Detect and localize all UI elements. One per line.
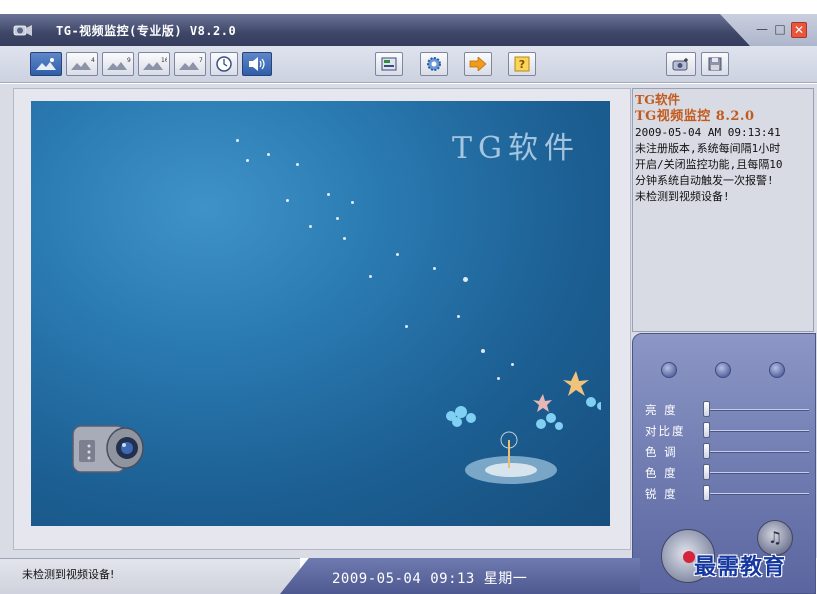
hue-slider-row: 色 调 bbox=[645, 443, 813, 461]
sixteen-view-icon: 16 bbox=[143, 57, 167, 70]
nine-view-button[interactable]: 9 bbox=[102, 52, 134, 76]
window-title: TG-视频监控(专业版) V8.2.0 bbox=[56, 24, 237, 38]
save-button[interactable] bbox=[701, 52, 729, 76]
hue-slider[interactable] bbox=[703, 443, 710, 459]
quad-view-icon: 4 bbox=[71, 57, 95, 70]
nine-badge: 9 bbox=[127, 57, 131, 64]
info-message: 分钟系统自动触发一次报警! bbox=[635, 174, 774, 187]
device-list-icon bbox=[381, 57, 397, 71]
device-list-button[interactable] bbox=[375, 52, 403, 76]
hue-label: 色 调 bbox=[645, 445, 678, 459]
info-timestamp: 2009-05-04 AM 09:13:41 bbox=[635, 126, 781, 139]
brightness-label: 亮 度 bbox=[645, 403, 678, 417]
single-view-button[interactable] bbox=[30, 52, 62, 76]
video-brand-text: TG软件 bbox=[452, 131, 580, 166]
schedule-clock-icon bbox=[216, 56, 232, 72]
snapshot-camera-icon bbox=[672, 58, 688, 71]
help-badge: ? bbox=[519, 58, 525, 71]
minimize-button[interactable]: — bbox=[754, 22, 770, 38]
sparkle bbox=[343, 237, 346, 240]
seven-view-icon: 7 bbox=[179, 57, 203, 70]
contrast-track[interactable] bbox=[703, 430, 809, 432]
snapshot-button[interactable] bbox=[666, 52, 696, 76]
sparkle bbox=[327, 193, 330, 196]
sparkle bbox=[236, 139, 239, 142]
seven-view-button[interactable]: 7 bbox=[174, 52, 206, 76]
quad-view-button[interactable]: 4 bbox=[66, 52, 98, 76]
contrast-label: 对比度 bbox=[645, 424, 686, 438]
close-button[interactable]: ✕ bbox=[791, 22, 807, 38]
music-note-icon: ♫ bbox=[767, 528, 783, 547]
brightness-slider[interactable] bbox=[703, 401, 710, 417]
flower-decoration-graphic bbox=[431, 366, 605, 504]
saturation-slider[interactable] bbox=[703, 464, 710, 480]
indicator-knob[interactable] bbox=[769, 362, 785, 378]
sharpness-slider[interactable] bbox=[703, 485, 710, 501]
forward-button[interactable] bbox=[464, 52, 492, 76]
contrast-slider-row: 对比度 bbox=[645, 422, 813, 440]
sparkle bbox=[369, 275, 372, 278]
audio-button[interactable] bbox=[242, 52, 272, 76]
sparkle bbox=[336, 217, 339, 220]
sixteen-badge: 16 bbox=[161, 57, 167, 64]
sparkle bbox=[309, 225, 312, 228]
help-icon: ? bbox=[514, 56, 530, 72]
saturation-track[interactable] bbox=[703, 472, 809, 474]
info-company: TG软件 bbox=[635, 92, 680, 107]
sparkle bbox=[296, 163, 299, 166]
sharpness-slider-row: 锐 度 bbox=[645, 485, 813, 503]
maximize-button[interactable]: □ bbox=[772, 22, 788, 38]
watermark-text: 最需教育 bbox=[694, 554, 787, 580]
help-button[interactable]: ? bbox=[508, 52, 536, 76]
nine-view-icon: 9 bbox=[107, 57, 131, 70]
sparkle bbox=[351, 201, 354, 204]
single-view-icon bbox=[36, 58, 56, 70]
seven-badge: 7 bbox=[199, 57, 203, 64]
info-log-panel: TG软件 TG视频监控 8.2.0 2009-05-04 AM 09:13:41… bbox=[632, 88, 814, 332]
brightness-slider-row: 亮 度 bbox=[645, 401, 813, 419]
sparkle bbox=[286, 199, 289, 202]
indicator-knob[interactable] bbox=[715, 362, 731, 378]
speaker-icon bbox=[249, 57, 265, 71]
status-clock: 2009-05-04 09:13 星期一 bbox=[332, 571, 528, 587]
arrow-forward-icon bbox=[469, 57, 487, 71]
sparkle bbox=[246, 159, 249, 162]
sparkle bbox=[457, 315, 460, 318]
indicator-knob[interactable] bbox=[661, 362, 677, 378]
sparkle bbox=[433, 267, 436, 270]
sparkle bbox=[481, 349, 485, 353]
info-message: 未注册版本,系统每间隔1小时 bbox=[635, 142, 781, 155]
saturation-label: 色 度 bbox=[645, 466, 678, 480]
sharpness-label: 锐 度 bbox=[645, 487, 678, 501]
video-display[interactable]: TG软件 bbox=[31, 101, 610, 526]
sparkle bbox=[267, 153, 270, 156]
camcorder-graphic bbox=[67, 416, 157, 489]
schedule-button[interactable] bbox=[210, 52, 238, 76]
quad-badge: 4 bbox=[91, 57, 95, 64]
sharpness-track[interactable] bbox=[703, 493, 809, 495]
sparkle bbox=[396, 253, 399, 256]
settings-gear-icon bbox=[427, 57, 441, 71]
sixteen-view-button[interactable]: 16 bbox=[138, 52, 170, 76]
saturation-slider-row: 色 度 bbox=[645, 464, 813, 482]
contrast-slider[interactable] bbox=[703, 422, 710, 438]
info-message: 开启/关闭监控功能,且每隔10 bbox=[635, 158, 783, 171]
save-disk-icon bbox=[708, 57, 722, 71]
toolbar: 4 9 16 7 ? bbox=[0, 46, 817, 83]
info-product-version: TG视频监控 8.2.0 bbox=[635, 109, 755, 124]
settings-button[interactable] bbox=[420, 52, 448, 76]
brightness-track[interactable] bbox=[703, 409, 809, 411]
status-message: 未检测到视频设备! bbox=[22, 568, 115, 581]
app-camera-icon bbox=[12, 21, 34, 39]
info-message: 未检测到视频设备! bbox=[635, 190, 730, 203]
hue-track[interactable] bbox=[703, 451, 809, 453]
sparkle bbox=[405, 325, 408, 328]
sparkle bbox=[463, 277, 468, 282]
